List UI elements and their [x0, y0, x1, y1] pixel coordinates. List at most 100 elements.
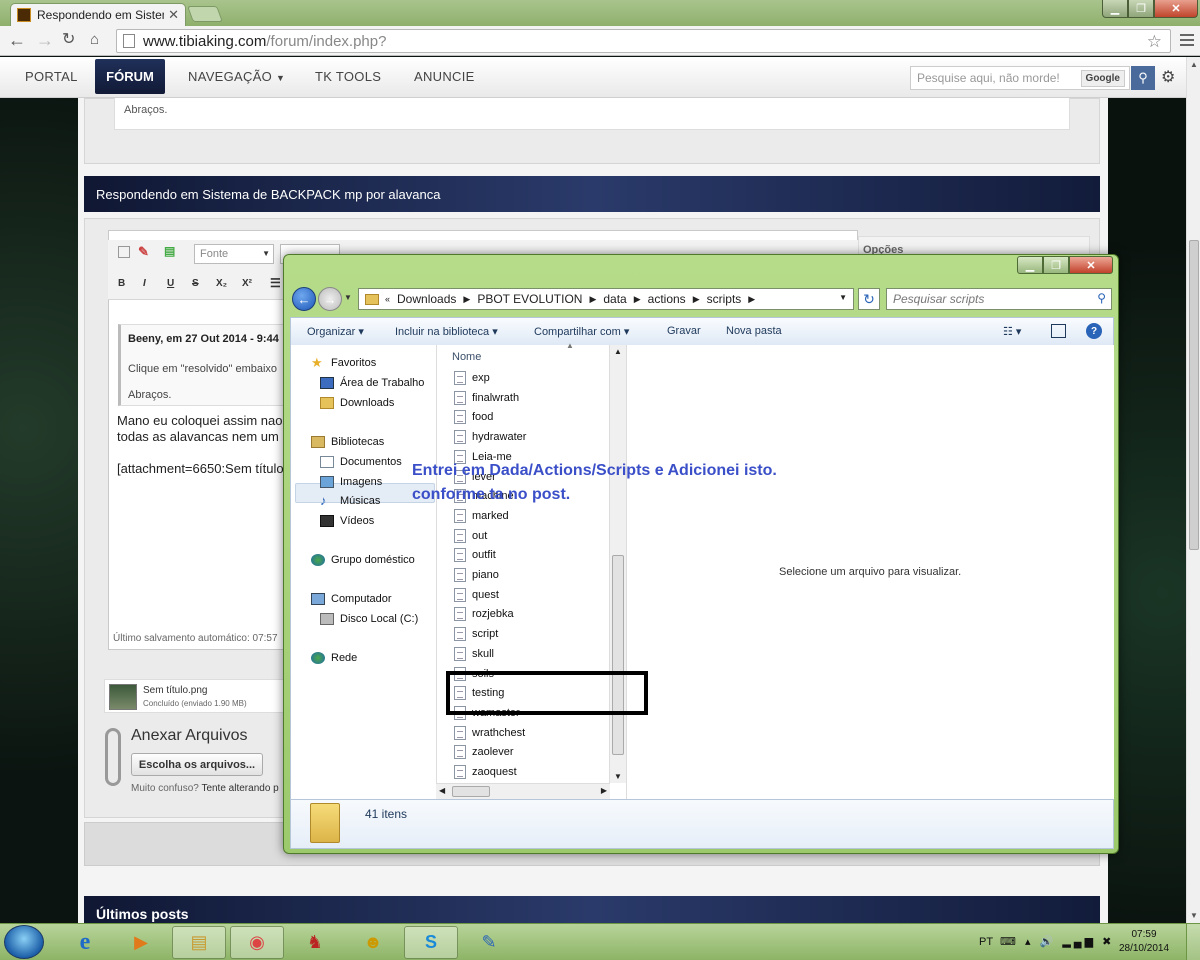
- window-minimize-button[interactable]: ▁: [1102, 0, 1128, 18]
- attachment-name[interactable]: Sem título.png: [143, 685, 207, 696]
- file-item[interactable]: marked: [454, 508, 509, 523]
- bookmark-star-icon[interactable]: ☆: [1147, 32, 1162, 52]
- volume-icon[interactable]: 🔊: [1040, 936, 1057, 948]
- nav-local-disk[interactable]: Disco Local (C:): [320, 613, 418, 625]
- scroll-up-icon[interactable]: ▲: [614, 347, 622, 356]
- game-avatar-icon[interactable]: ☻: [346, 926, 400, 959]
- skype-icon[interactable]: S: [404, 926, 458, 959]
- nav-images[interactable]: Imagens: [320, 476, 382, 488]
- paste-icon[interactable]: ▤: [164, 244, 175, 258]
- tab-close-icon[interactable]: ✕: [168, 7, 179, 23]
- underline-button[interactable]: U: [167, 278, 174, 289]
- organize-menu[interactable]: Organizar ▾: [307, 325, 364, 338]
- breadcrumb-actions[interactable]: actions: [648, 292, 686, 306]
- window-close-button[interactable]: ✕: [1154, 0, 1198, 18]
- history-dropdown-icon[interactable]: ▼: [344, 293, 352, 302]
- nav-favorites[interactable]: ★ Favoritos: [311, 356, 376, 369]
- file-item[interactable]: hydrawater: [454, 430, 526, 445]
- file-item[interactable]: wrathchest: [454, 725, 525, 740]
- help-link[interactable]: Tente alterando p: [201, 783, 278, 794]
- game-character-icon[interactable]: ♞: [288, 926, 342, 959]
- strike-button[interactable]: S: [192, 278, 199, 289]
- search-icon[interactable]: ⚲: [1131, 66, 1155, 90]
- scrollbar-thumb[interactable]: [452, 786, 490, 797]
- nav-tk-tools[interactable]: TK TOOLS: [315, 69, 381, 84]
- internet-explorer-icon[interactable]: e: [58, 926, 112, 959]
- breadcrumb-arrow-icon[interactable]: ▶: [748, 294, 755, 305]
- new-tab-button[interactable]: [187, 6, 223, 22]
- file-item[interactable]: outfit: [454, 548, 496, 563]
- explorer-close-button[interactable]: ✕: [1069, 256, 1113, 274]
- scroll-right-icon[interactable]: ▶: [601, 786, 607, 795]
- scroll-down-icon[interactable]: ▼: [1190, 911, 1198, 920]
- home-icon[interactable]: ⌂: [90, 31, 99, 49]
- file-item[interactable]: rozjebka: [454, 607, 514, 622]
- tray-expand-icon[interactable]: ▴: [1025, 936, 1034, 948]
- nav-portal[interactable]: PORTAL: [25, 69, 78, 84]
- file-item[interactable]: exp: [454, 371, 490, 385]
- breadcrumb-downloads[interactable]: Downloads: [397, 292, 456, 306]
- superscript-button[interactable]: X²: [242, 278, 252, 289]
- explorer-minimize-button[interactable]: ▁: [1017, 256, 1043, 274]
- gear-icon[interactable]: ⚙: [1161, 67, 1175, 87]
- include-library-menu[interactable]: Incluir na biblioteca ▾: [395, 325, 498, 338]
- file-item[interactable]: script: [454, 627, 498, 642]
- nav-libraries[interactable]: Bibliotecas: [311, 436, 384, 448]
- burn-button[interactable]: Gravar: [667, 325, 701, 337]
- file-list-hscroll[interactable]: ◀ ▶: [436, 783, 610, 799]
- site-search-input[interactable]: Pesquise aqui, não morde! Google: [910, 66, 1130, 90]
- file-item[interactable]: out: [454, 528, 487, 543]
- nav-forum[interactable]: FÓRUM: [95, 59, 165, 94]
- breadcrumb-arrow-icon[interactable]: ▶: [634, 294, 641, 305]
- new-folder-button[interactable]: Nova pasta: [726, 325, 782, 337]
- file-item[interactable]: quest: [454, 587, 499, 602]
- network-alert-icon[interactable]: ✖: [1102, 936, 1114, 948]
- subscript-button[interactable]: X₂: [216, 278, 227, 289]
- forward-arrow-icon[interactable]: →: [318, 287, 342, 311]
- breadcrumb-arrow-icon[interactable]: ▶: [463, 294, 470, 305]
- file-item[interactable]: zaoquest: [454, 765, 517, 779]
- nav-music[interactable]: ♪ Músicas: [320, 494, 380, 507]
- file-list-vscroll[interactable]: ▲ ▼: [609, 345, 626, 783]
- scroll-up-icon[interactable]: ▲: [1190, 60, 1198, 69]
- nav-downloads[interactable]: Downloads: [320, 397, 394, 409]
- breadcrumb-pbot[interactable]: PBOT EVOLUTION: [477, 292, 582, 306]
- show-desktop-button[interactable]: [1186, 924, 1200, 960]
- nav-videos[interactable]: Vídeos: [320, 515, 374, 527]
- eraser-icon[interactable]: ✎: [138, 244, 149, 260]
- bold-button[interactable]: B: [118, 278, 125, 289]
- view-options-icon[interactable]: ☷ ▾: [1003, 325, 1021, 338]
- media-player-icon[interactable]: ▶: [114, 926, 168, 959]
- italic-button[interactable]: I: [143, 278, 146, 289]
- start-button[interactable]: [4, 925, 44, 959]
- overflow-chevron-icon[interactable]: «: [385, 294, 390, 304]
- explorer-address-bar[interactable]: « Downloads ▶ PBOT EVOLUTION ▶ data ▶ actio…: [358, 288, 854, 310]
- choose-files-button[interactable]: Escolha os arquivos...: [131, 753, 263, 776]
- refresh-icon[interactable]: ↻: [858, 288, 880, 310]
- window-restore-button[interactable]: ❐: [1128, 0, 1154, 18]
- nav-network[interactable]: Rede: [311, 652, 357, 664]
- system-clock[interactable]: 07:59 28/10/2014: [1116, 928, 1172, 956]
- scroll-down-icon[interactable]: ▼: [614, 772, 622, 781]
- file-item[interactable]: zaolever: [454, 745, 514, 760]
- list-icon[interactable]: ☰: [270, 276, 281, 290]
- reload-icon[interactable]: ↻: [62, 31, 75, 49]
- column-header-name[interactable]: Nome: [452, 351, 481, 363]
- breadcrumb-arrow-icon[interactable]: ▶: [693, 294, 700, 305]
- address-dropdown-icon[interactable]: ▼: [839, 293, 847, 302]
- scrollbar-thumb[interactable]: [612, 555, 624, 755]
- page-scrollbar[interactable]: ▲ ▼: [1186, 57, 1200, 923]
- file-item[interactable]: food: [454, 410, 493, 425]
- browser-tab-active[interactable]: Respondendo em Sistema ✕: [10, 3, 186, 26]
- browser-menu-icon[interactable]: [1180, 34, 1194, 49]
- back-arrow-icon[interactable]: ←: [8, 31, 26, 49]
- breadcrumb-data[interactable]: data: [603, 292, 626, 306]
- keyboard-icon[interactable]: ⌨: [1000, 936, 1019, 948]
- address-bar[interactable]: www.tibiaking.com/forum/index.php? ☆: [116, 29, 1171, 53]
- file-item[interactable]: skull: [454, 646, 494, 661]
- language-indicator[interactable]: PT: [979, 936, 993, 948]
- scrollbar-thumb[interactable]: [1189, 240, 1199, 550]
- forward-arrow-icon[interactable]: →: [36, 31, 54, 49]
- nav-anuncie[interactable]: ANUNCIE: [414, 69, 475, 84]
- nav-navegacao[interactable]: NAVEGAÇÃO ▼: [188, 69, 285, 84]
